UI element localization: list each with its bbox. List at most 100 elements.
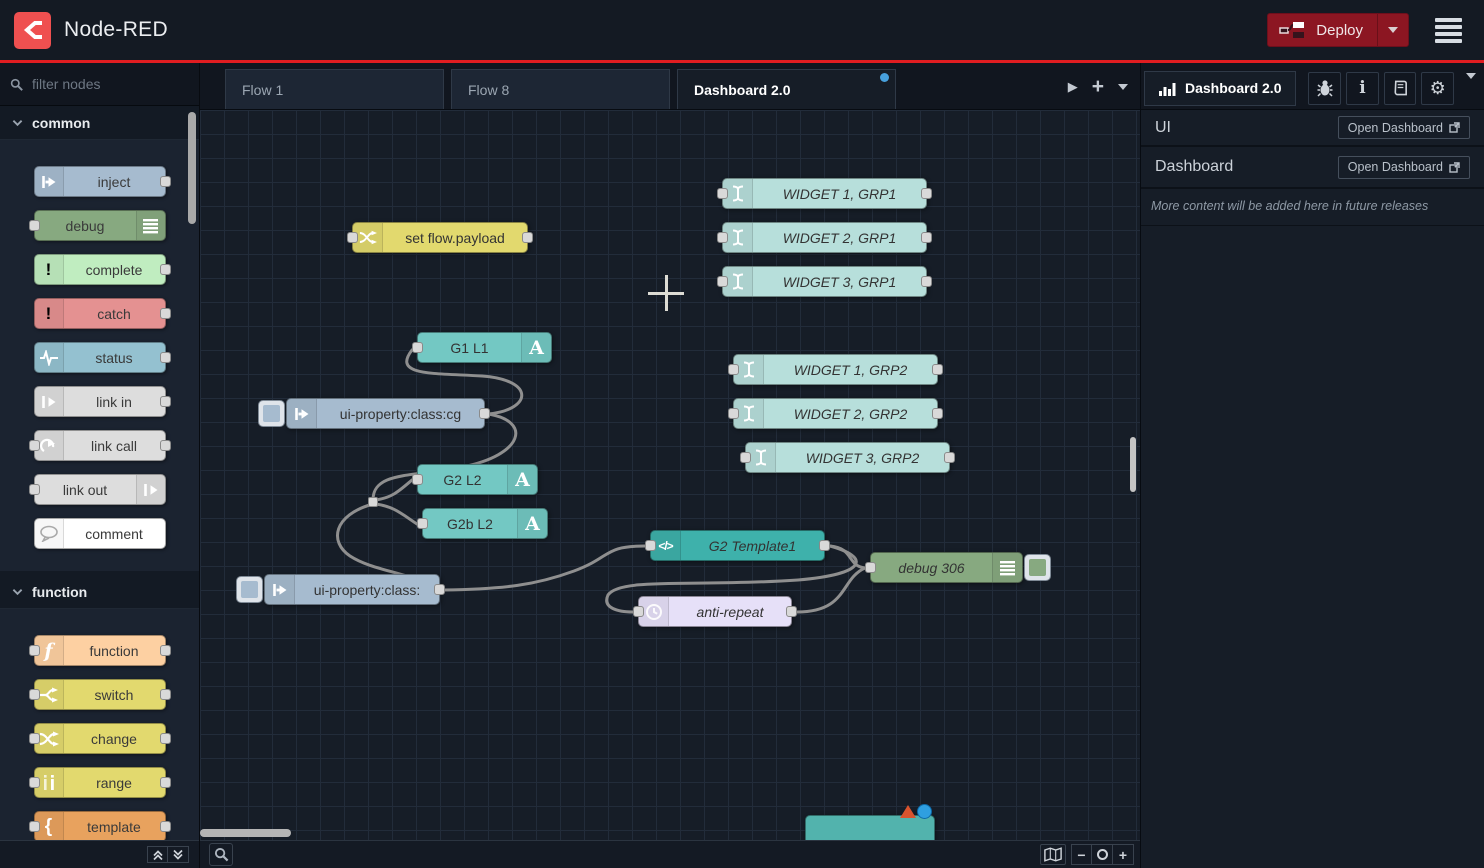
- palette-scrollbar[interactable]: [188, 112, 196, 224]
- palette-node-status[interactable]: status: [34, 342, 166, 373]
- palette-node-comment[interactable]: comment: [34, 518, 166, 549]
- output-port[interactable]: [932, 364, 943, 375]
- output-port[interactable]: [479, 408, 490, 419]
- node-widget-2-grp1[interactable]: WIDGET 2, GRP1: [722, 222, 927, 253]
- canvas-v-scrollbar[interactable]: [1130, 437, 1136, 492]
- palette-node-link-in[interactable]: link in: [34, 386, 166, 417]
- font-a-icon: A: [507, 465, 537, 494]
- node-ui-property-class[interactable]: ui-property:class:: [264, 574, 440, 605]
- palette-node-change[interactable]: change: [34, 723, 166, 754]
- output-port: [160, 821, 171, 832]
- open-dashboard-button[interactable]: Open Dashboard: [1338, 116, 1470, 139]
- category-common[interactable]: common: [0, 106, 199, 140]
- category-function[interactable]: function: [0, 575, 199, 609]
- palette-node-catch[interactable]: ! catch: [34, 298, 166, 329]
- node-set-flow-payload[interactable]: set flow.payload: [352, 222, 528, 253]
- node-ui-property-class-cg[interactable]: ui-property:class:cg: [286, 398, 485, 429]
- collapse-all-button[interactable]: [147, 846, 168, 863]
- node-g1-l1[interactable]: G1 L1 A: [417, 332, 552, 363]
- zoom-out-button[interactable]: −: [1071, 844, 1092, 865]
- gear-icon: ⚙: [1430, 79, 1446, 97]
- node-widget-2-grp2[interactable]: WIDGET 2, GRP2: [733, 398, 938, 429]
- help-sidebar-button[interactable]: [1384, 72, 1417, 105]
- zoom-in-button[interactable]: +: [1113, 844, 1134, 865]
- output-port[interactable]: [944, 452, 955, 463]
- input-port: [29, 220, 40, 231]
- output-port[interactable]: [921, 188, 932, 199]
- debug-toggle-button[interactable]: [1024, 554, 1051, 581]
- search-flows-button[interactable]: [209, 843, 233, 866]
- node-widget-1-grp2[interactable]: WIDGET 1, GRP2: [733, 354, 938, 385]
- palette-node-switch[interactable]: switch: [34, 679, 166, 710]
- input-port[interactable]: [645, 540, 656, 551]
- input-port[interactable]: [347, 232, 358, 243]
- input-port[interactable]: [412, 474, 423, 485]
- node-g2-template1[interactable]: </> G2 Template1: [650, 530, 825, 561]
- crosshair-cursor: [665, 275, 668, 311]
- add-flow-button[interactable]: +: [1092, 76, 1104, 97]
- input-port[interactable]: [717, 188, 728, 199]
- deploy-button[interactable]: Deploy: [1267, 13, 1409, 47]
- node-anti-repeat[interactable]: anti-repeat: [638, 596, 792, 627]
- sidebar-options-button[interactable]: [1466, 79, 1476, 97]
- palette-node-link-out[interactable]: link out: [34, 474, 166, 505]
- input-port[interactable]: [728, 408, 739, 419]
- palette-filter: [0, 63, 199, 106]
- output-port[interactable]: [434, 584, 445, 595]
- navigator-button[interactable]: [1040, 844, 1066, 865]
- input-port: [29, 777, 40, 788]
- input-port: [29, 733, 40, 744]
- filter-nodes-input[interactable]: [30, 75, 180, 93]
- palette-node-function[interactable]: f function: [34, 635, 166, 666]
- wire-junction[interactable]: [368, 497, 378, 507]
- inject-button[interactable]: [236, 576, 263, 603]
- inject-button[interactable]: [258, 400, 285, 427]
- output-port[interactable]: [932, 408, 943, 419]
- node-g2b-l2[interactable]: G2b L2 A: [422, 508, 548, 539]
- input-port[interactable]: [633, 606, 644, 617]
- palette-node-link-call[interactable]: link call: [34, 430, 166, 461]
- input-port[interactable]: [717, 232, 728, 243]
- tab-flow-8[interactable]: Flow 8: [451, 69, 670, 109]
- wire: [375, 480, 412, 500]
- output-port[interactable]: [819, 540, 830, 551]
- palette-node-debug[interactable]: debug: [34, 210, 166, 241]
- input-port[interactable]: [717, 276, 728, 287]
- input-port[interactable]: [740, 452, 751, 463]
- node-widget-3-grp1[interactable]: WIDGET 3, GRP1: [722, 266, 927, 297]
- palette-node-complete[interactable]: ! complete: [34, 254, 166, 285]
- output-port[interactable]: [522, 232, 533, 243]
- flow-canvas[interactable]: set flow.payload WIDGET 1, GRP1 WIDGET 2…: [200, 110, 1140, 840]
- node-clipped-bottom[interactable]: [805, 815, 935, 840]
- node-widget-1-grp1[interactable]: WIDGET 1, GRP1: [722, 178, 927, 209]
- zoom-reset-icon: [1097, 849, 1108, 860]
- zoom-reset-button[interactable]: [1092, 844, 1113, 865]
- tab-flow-1[interactable]: Flow 1: [225, 69, 444, 109]
- search-icon: [214, 847, 229, 862]
- input-port[interactable]: [412, 342, 423, 353]
- main-menu-button[interactable]: [1435, 18, 1462, 43]
- debug-sidebar-button[interactable]: [1308, 72, 1341, 105]
- output-port[interactable]: [921, 232, 932, 243]
- canvas-h-scrollbar[interactable]: [200, 829, 291, 837]
- expand-all-button[interactable]: [168, 846, 189, 863]
- node-g2-l2[interactable]: G2 L2 A: [417, 464, 538, 495]
- info-sidebar-button[interactable]: i: [1346, 72, 1379, 105]
- sidebar-tab-dashboard[interactable]: Dashboard 2.0: [1144, 71, 1296, 106]
- palette-node-template[interactable]: { template: [34, 811, 166, 840]
- palette-node-range[interactable]: range: [34, 767, 166, 798]
- output-port[interactable]: [786, 606, 797, 617]
- tab-list-button[interactable]: [1118, 84, 1128, 90]
- tab-dashboard-2-0[interactable]: Dashboard 2.0: [677, 69, 896, 109]
- input-port[interactable]: [417, 518, 428, 529]
- output-port[interactable]: [921, 276, 932, 287]
- node-widget-3-grp2[interactable]: WIDGET 3, GRP2: [745, 442, 950, 473]
- input-port[interactable]: [865, 562, 876, 573]
- palette-node-inject[interactable]: inject: [34, 166, 166, 197]
- config-sidebar-button[interactable]: ⚙: [1421, 72, 1454, 105]
- input-port[interactable]: [728, 364, 739, 375]
- node-debug-306[interactable]: debug 306: [870, 552, 1023, 583]
- next-tab-icon[interactable]: ▶: [1068, 79, 1078, 95]
- open-dashboard-button[interactable]: Open Dashboard: [1338, 156, 1470, 179]
- deploy-options-button[interactable]: [1377, 14, 1408, 46]
